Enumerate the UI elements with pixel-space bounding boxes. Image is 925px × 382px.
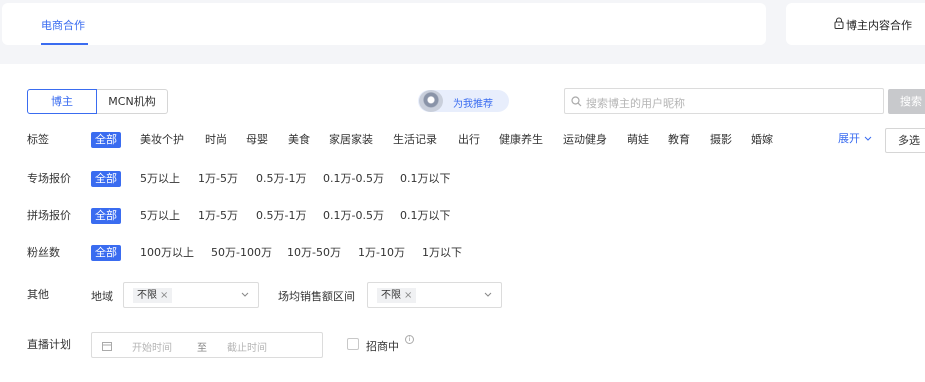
fans-option[interactable]: 10万-50万 (287, 245, 341, 261)
tag-option[interactable]: 全部 (91, 132, 121, 148)
special-price-option[interactable]: 1万-5万 (198, 171, 238, 187)
live-plan-label: 直播计划 (27, 338, 71, 351)
segment-blogger[interactable]: 博主 (27, 89, 97, 114)
tag-option[interactable]: 健康养生 (499, 132, 543, 148)
region-tag-label: 不限 (137, 290, 157, 301)
chevron-down-icon (864, 136, 871, 141)
special-price-option[interactable]: 0.1万以下 (400, 171, 451, 187)
end-date-input[interactable]: 截止时间 (227, 339, 267, 354)
special-price-label: 专场报价 (27, 172, 71, 185)
date-separator: 至 (197, 343, 207, 354)
fans-option[interactable]: 100万以上 (140, 245, 194, 261)
special-price-option[interactable]: 5万以上 (140, 171, 180, 187)
recruiting-label: 招商中 (366, 340, 399, 353)
sales-range-label: 场均销售额区间 (278, 290, 355, 303)
tag-option[interactable]: 出行 (458, 132, 480, 148)
fans-option[interactable]: 全部 (91, 245, 121, 261)
tag-option[interactable]: 教育 (668, 132, 690, 148)
tag-option[interactable]: 摄影 (710, 132, 732, 148)
tag-option[interactable]: 时尚 (205, 132, 227, 148)
expand-label: 展开 (838, 132, 860, 145)
robot-avatar-icon (419, 90, 443, 112)
chevron-down-icon (484, 292, 492, 297)
group-price-option[interactable]: 0.1万-0.5万 (323, 208, 384, 224)
fans-option[interactable]: 50万-100万 (211, 245, 272, 261)
recommend-label: 为我推荐 (453, 99, 493, 110)
tag-option[interactable]: 萌娃 (627, 132, 649, 148)
expand-button[interactable]: 展开 (838, 130, 872, 146)
group-price-option[interactable]: 0.1万以下 (400, 208, 451, 224)
tag-option[interactable]: 母婴 (246, 132, 268, 148)
search-icon (571, 96, 582, 107)
group-price-label: 拼场报价 (27, 209, 71, 222)
recruiting-checkbox[interactable] (347, 338, 359, 350)
group-price-option[interactable]: 1万-5万 (198, 208, 238, 224)
tag-option[interactable]: 美妆个护 (140, 132, 184, 148)
fans-label: 粉丝数 (27, 246, 60, 259)
tag-option[interactable]: 运动健身 (563, 132, 607, 148)
region-tag: 不限 × (133, 288, 173, 303)
search-placeholder: 搜索博主的用户昵称 (586, 97, 685, 110)
segment-mcn[interactable]: MCN机构 (97, 89, 168, 114)
special-price-option[interactable]: 全部 (91, 171, 121, 187)
multi-select-button[interactable]: 多选 (885, 128, 925, 153)
type-segmented-control: 博主 MCN机构 (27, 89, 168, 114)
recommend-button[interactable]: 为我推荐 (418, 90, 509, 112)
group-price-option[interactable]: 5万以上 (140, 208, 180, 224)
start-date-input[interactable]: 开始时间 (132, 339, 172, 354)
special-price-option[interactable]: 0.1万-0.5万 (323, 171, 384, 187)
sales-range-tag-label: 不限 (381, 290, 401, 301)
group-price-option[interactable]: 0.5万-1万 (256, 208, 306, 224)
other-label: 其他 (27, 288, 49, 301)
live-plan-date-range[interactable]: 开始时间 至 截止时间 (91, 332, 323, 358)
group-price-option[interactable]: 全部 (91, 208, 121, 224)
tab-ecommerce[interactable]: 电商合作 (41, 17, 85, 33)
search-button[interactable]: 搜索 (888, 89, 925, 114)
fans-option[interactable]: 1万以下 (422, 245, 462, 261)
search-input[interactable]: 搜索博主的用户昵称 (564, 88, 884, 114)
sales-range-select[interactable]: 不限 × (367, 282, 502, 308)
special-price-option[interactable]: 0.5万-1万 (256, 171, 306, 187)
region-select[interactable]: 不限 × (123, 282, 259, 308)
tag-option[interactable]: 婚嫁 (751, 132, 773, 148)
top-tab-bar: 电商合作 (2, 3, 766, 45)
fans-option[interactable]: 1万-10万 (358, 245, 405, 261)
chevron-down-icon (241, 292, 249, 297)
tab-active-underline (41, 43, 88, 45)
lock-icon (834, 17, 844, 29)
blogger-content-coop-card[interactable]: 博主内容合作 (786, 3, 925, 45)
tags-label: 标签 (27, 133, 49, 146)
info-icon[interactable]: i (405, 335, 414, 344)
blogger-content-coop-label: 博主内容合作 (846, 19, 912, 32)
tag-option[interactable]: 家居家装 (329, 132, 373, 148)
region-label: 地域 (91, 290, 113, 303)
close-icon[interactable]: × (404, 290, 412, 301)
tag-option[interactable]: 美食 (288, 132, 310, 148)
tag-option[interactable]: 生活记录 (393, 132, 437, 148)
calendar-icon (102, 342, 112, 351)
sales-range-tag: 不限 × (377, 288, 417, 303)
close-icon[interactable]: × (160, 290, 168, 301)
